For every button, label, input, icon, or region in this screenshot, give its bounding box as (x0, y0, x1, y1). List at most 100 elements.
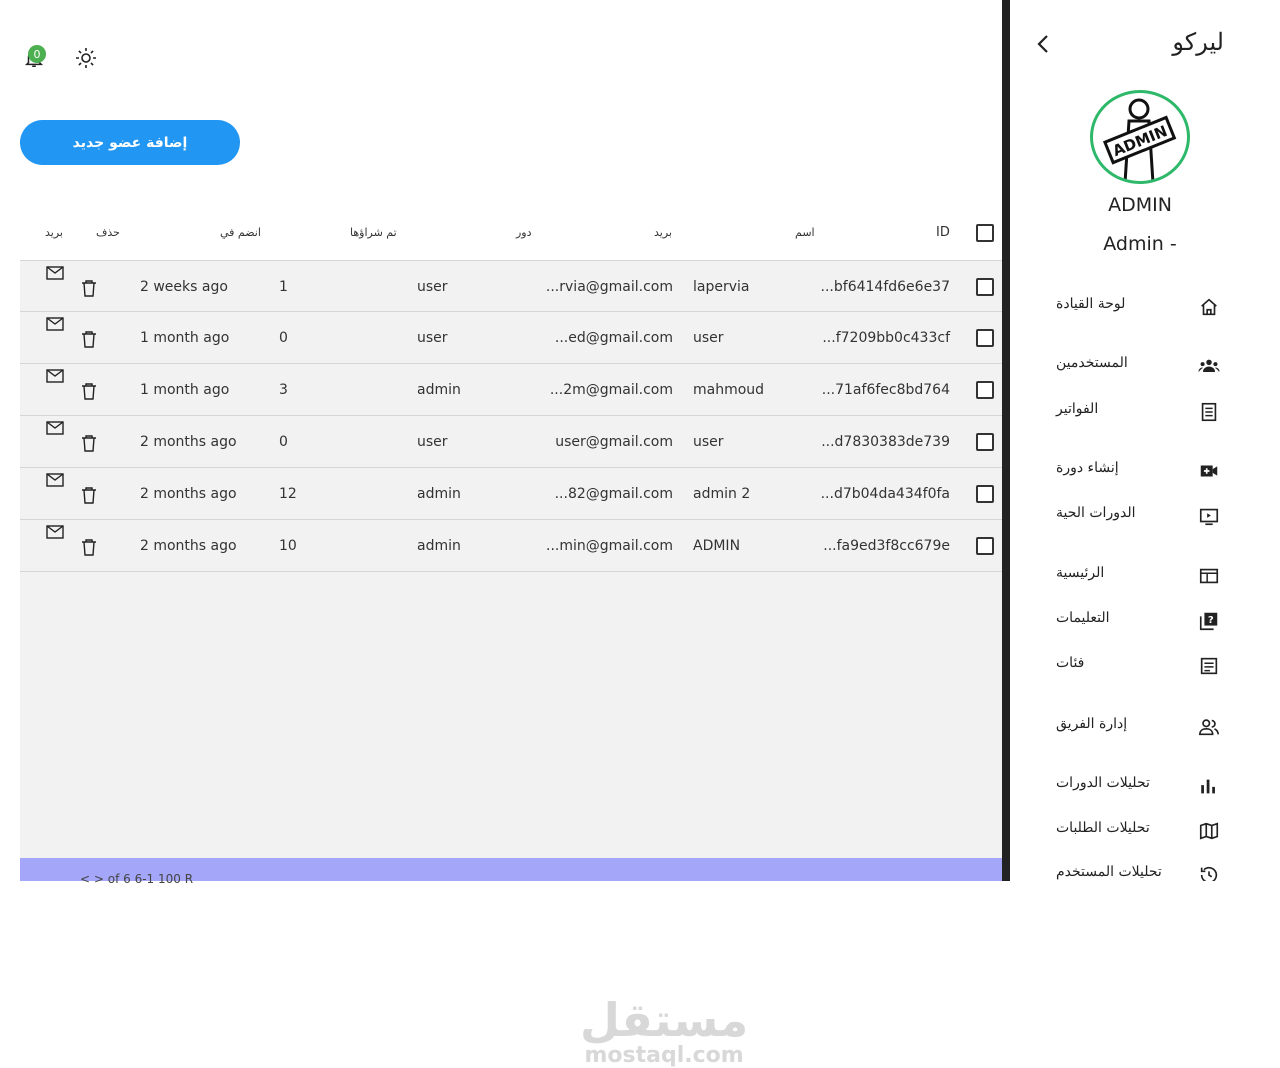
sidebar-item-label: تحليلات الدورات (1056, 775, 1150, 791)
sidebar-item-label: إدارة الفريق (1056, 716, 1128, 732)
video-add-icon (1198, 460, 1220, 482)
table-row[interactable]: 2 months ago 10 admin ...min@gmail.com ADMIN… (20, 520, 1002, 572)
sidebar-item-label: الفواتير (1056, 401, 1099, 417)
cell-joined: 1 month ago (140, 382, 230, 398)
delete-icon[interactable] (81, 434, 97, 456)
cell-name: user (693, 434, 724, 450)
row-checkbox[interactable] (976, 381, 994, 399)
category-icon (1198, 655, 1220, 677)
users-table: بريد حذف انضم في تم شراؤها دور بريد اسم … (20, 210, 1002, 1067)
mail-icon[interactable] (46, 472, 64, 491)
header-purchased: تم شراؤها (350, 226, 397, 239)
sidebar-item-7[interactable]: التعليمات? (1010, 604, 1280, 638)
sidebar-item-10[interactable]: تحليلات الدورات (1010, 769, 1280, 803)
table-row[interactable]: 1 month ago 3 admin ...2m@gmail.com mahmoud.… (20, 364, 1002, 416)
group-icon (1198, 355, 1220, 377)
cell-email: ...ed@gmail.com (554, 330, 673, 346)
sidebar-item-11[interactable]: تحليلات الطلبات (1010, 814, 1280, 848)
select-all-checkbox[interactable] (976, 224, 994, 242)
watermark: مستقل mostaql.com (580, 995, 748, 1067)
mail-icon[interactable] (46, 420, 64, 439)
add-member-button[interactable]: إضافة عضو جديد (20, 120, 240, 165)
watermark-arabic: مستقل (580, 993, 749, 1047)
cell-name: user (693, 330, 724, 346)
notification-badge: 0 (28, 45, 46, 63)
cell-purchased: 3 (279, 382, 288, 398)
sidebar-item-9[interactable]: إدارة الفريق (1010, 710, 1280, 744)
sidebar: ليركو ADMIN ADMIN Admin - لوحة القيادة ال… (1010, 0, 1280, 881)
sidebar-item-label: الرئيسية (1056, 565, 1105, 581)
row-checkbox[interactable] (976, 329, 994, 347)
cell-role: admin (417, 486, 461, 502)
row-checkbox[interactable] (976, 433, 994, 451)
delete-icon[interactable] (81, 486, 97, 508)
cell-id: ...fa9ed3f8cc679e (823, 538, 950, 554)
cell-email: user@gmail.com (555, 434, 673, 450)
web-icon (1198, 565, 1220, 587)
team-icon (1198, 716, 1220, 738)
delete-icon[interactable] (81, 330, 97, 352)
cell-id: ...f7209bb0c433cf (822, 330, 950, 346)
sidebar-item-1[interactable]: لوحة القيادة (1010, 290, 1280, 324)
collapse-sidebar-button[interactable] (1032, 32, 1056, 60)
cell-name: ADMIN (693, 538, 741, 554)
mail-icon[interactable] (46, 524, 64, 543)
header-name: اسم (795, 226, 815, 239)
svg-text:?: ? (1208, 615, 1214, 626)
sidebar-item-2[interactable]: المستخدمين (1010, 349, 1280, 383)
cell-name: admin 2 (693, 486, 751, 502)
row-checkbox[interactable] (976, 537, 994, 555)
sidebar-item-label: الدورات الحية (1056, 505, 1136, 521)
sidebar-item-label: فئات (1056, 655, 1085, 671)
delete-icon[interactable] (81, 279, 97, 301)
live-tv-icon (1198, 505, 1220, 527)
cell-joined: 2 weeks ago (140, 279, 228, 295)
sidebar-item-label: لوحة القيادة (1056, 296, 1126, 312)
bar-chart-icon (1198, 775, 1220, 797)
mail-icon[interactable] (46, 265, 64, 284)
cell-id: ...d7b04da434f0fa (820, 486, 950, 502)
sun-icon (76, 48, 96, 68)
main-content: 0 إضافة عضو جديد بريد حذف انضم في تم شرا… (0, 0, 1002, 1067)
header-delete: حذف (96, 226, 120, 239)
header-mail: بريد (45, 226, 63, 239)
cell-role: admin (417, 538, 461, 554)
cell-joined: 2 months ago (140, 538, 237, 554)
mail-icon[interactable] (46, 316, 64, 335)
sidebar-item-8[interactable]: فئات (1010, 649, 1280, 683)
table-row[interactable]: 1 month ago 0 user ...ed@gmail.com user ...f7… (20, 312, 1002, 364)
table-row[interactable]: 2 weeks ago 1 user ...rvia@gmail.com lapervi… (20, 260, 1002, 312)
sidebar-item-label: تحليلات المستخدم (1056, 864, 1162, 880)
sidebar-item-12[interactable]: تحليلات المستخدم (1010, 858, 1280, 881)
cell-email: ...82@gmail.com (554, 486, 673, 502)
sidebar-item-3[interactable]: الفواتير (1010, 395, 1280, 429)
header-role: دور (516, 226, 532, 239)
cell-purchased: 0 (279, 330, 288, 346)
cell-id: ...71af6fec8bd764 (821, 382, 950, 398)
row-checkbox[interactable] (976, 278, 994, 296)
delete-icon[interactable] (81, 538, 97, 560)
notifications-button[interactable]: 0 (20, 44, 48, 72)
cell-name: lapervia (693, 279, 750, 295)
user-role: Admin - (1103, 233, 1177, 255)
sidebar-item-label: المستخدمين (1056, 355, 1128, 371)
table-row[interactable]: 2 months ago 12 admin ...82@gmail.com admin … (20, 468, 1002, 520)
scrollbar-track[interactable] (1002, 0, 1010, 881)
delete-icon[interactable] (81, 382, 97, 404)
table-row[interactable]: 2 months ago 0 user user@gmail.com user ...d7… (20, 416, 1002, 468)
map-icon (1198, 820, 1220, 842)
cell-role: admin (417, 382, 461, 398)
cell-joined: 2 months ago (140, 434, 237, 450)
cell-id: ...d7830383de739 (821, 434, 950, 450)
cell-purchased: 10 (279, 538, 297, 554)
theme-toggle-button[interactable] (72, 44, 100, 72)
admin-figure-icon: ADMIN (1102, 98, 1177, 181)
pagination-bar: < > of 6 6-1 100 R (20, 858, 1002, 886)
sidebar-item-5[interactable]: الدورات الحية (1010, 499, 1280, 533)
mail-icon[interactable] (46, 368, 64, 387)
cell-role: user (417, 279, 448, 295)
row-checkbox[interactable] (976, 485, 994, 503)
cell-email: ...min@gmail.com (546, 538, 673, 554)
sidebar-item-4[interactable]: إنشاء دورة (1010, 454, 1280, 488)
sidebar-item-6[interactable]: الرئيسية (1010, 559, 1280, 593)
